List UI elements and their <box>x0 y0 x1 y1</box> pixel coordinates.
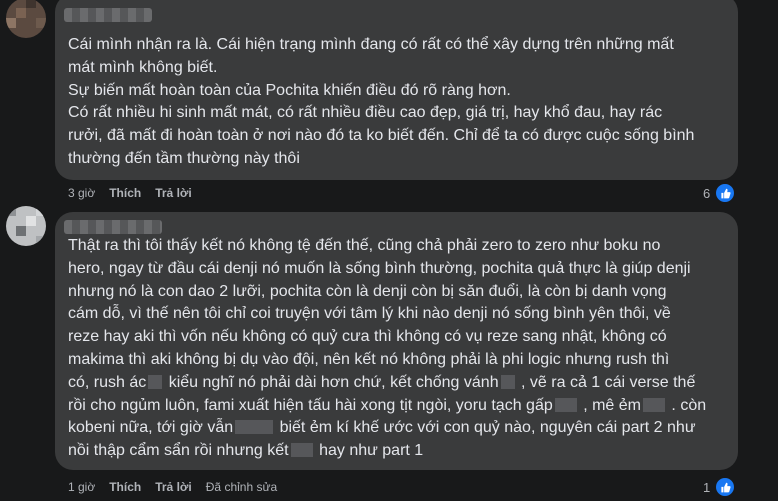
comment-text: Thật ra thì tôi thấy kết nó không tệ đến… <box>68 235 706 463</box>
comment-line: reze hay aki thì vốn nếu không có quỷ cư… <box>68 328 667 346</box>
comment-line: Có rất nhiều hi sinh mất mát, có rất nhi… <box>68 104 663 122</box>
comment-line: mát mình không biết. <box>68 58 218 76</box>
author-name[interactable] <box>64 8 152 22</box>
comment-line: Thật ra thì tôi thấy kết nó không tệ đến… <box>68 237 661 254</box>
censored-word <box>642 397 665 412</box>
timestamp[interactable]: 3 giờ <box>68 186 95 200</box>
censored-word <box>148 374 163 389</box>
comment-line: rưởi, đã mất đi hoàn toàn ở nơi nào đó t… <box>68 127 695 145</box>
comment-line: Sự biến mất hoàn toàn của Pochita khiến … <box>68 81 511 99</box>
text-segment: kiểu nghĩ nó phải dài hơn chứ, kết chống… <box>164 373 499 391</box>
censored-word <box>235 420 274 435</box>
avatar[interactable] <box>6 0 46 38</box>
text-segment: hay như part 1 <box>314 442 424 460</box>
censored-word <box>290 443 313 458</box>
author-name[interactable] <box>64 220 162 234</box>
avatar[interactable] <box>6 206 46 246</box>
comment-actions: 3 giờ Thích Trả lời <box>68 186 192 200</box>
reaction-summary[interactable]: 6 <box>703 182 737 204</box>
text-segment: rồi cho ngủm luôn, fami xuất hiện tấu hà… <box>68 396 553 414</box>
comment-bubble: Thật ra thì tôi thấy kết nó không tệ đến… <box>55 212 738 470</box>
edited-label[interactable]: Đã chỉnh sửa <box>206 480 277 494</box>
reaction-summary[interactable]: 1 <box>703 476 737 498</box>
like-button[interactable]: Thích <box>109 480 141 494</box>
timestamp[interactable]: 1 giờ <box>68 480 95 494</box>
comment-line: cám dỗ, vì thế nên tôi chỉ coi truyện vớ… <box>68 305 671 323</box>
reply-button[interactable]: Trả lời <box>155 480 192 494</box>
censored-word <box>500 374 515 389</box>
censored-word <box>554 397 577 412</box>
comment-line: có, rush ác kiểu nghĩ nó phải dài hơn ch… <box>68 372 706 395</box>
comment-line: thường đến tầm thường này thôi <box>68 149 300 167</box>
reaction-count: 1 <box>703 479 711 495</box>
comment-line: nồi thập cẩm sẩn rồi nhưng kết hay như p… <box>68 440 706 463</box>
text-segment: kobeni nữa, tới giờ vẫn <box>68 419 234 437</box>
comment-text: Cái mình nhận ra là. Cái hiện trạng mình… <box>68 34 694 171</box>
text-segment: nồi thập cẩm sẩn rồi nhưng kết <box>68 442 289 460</box>
text-segment: , mê ẻm <box>578 396 641 414</box>
text-segment: biết ẻm kí khế ước với con quỷ nào, nguy… <box>275 419 696 437</box>
comment-line: makima thì aki không bị dụ vào đội, nên … <box>68 350 670 368</box>
text-segment: có, rush ác <box>68 373 147 391</box>
comment-actions: 1 giờ Thích Trả lời Đã chỉnh sửa <box>68 480 277 494</box>
thumbs-up-icon <box>714 476 737 498</box>
comment-bubble: Cái mình nhận ra là. Cái hiện trạng mình… <box>55 0 738 180</box>
text-segment: . còn <box>666 396 707 414</box>
comment-line: Cái mình nhận ra là. Cái hiện trạng mình… <box>68 36 674 53</box>
comment-line: hero, ngay từ đầu cái denji nó muốn là s… <box>68 259 691 277</box>
thumbs-up-icon <box>714 182 737 204</box>
text-segment: , vẽ ra cả 1 cái verse thế <box>516 373 696 391</box>
comment-line: kobeni nữa, tới giờ vẫn biết ẻm kí khế ư… <box>68 417 706 440</box>
like-button[interactable]: Thích <box>109 186 141 200</box>
reply-button[interactable]: Trả lời <box>155 186 192 200</box>
comment-line: nhưng nó là con dao 2 lưỡi, pochita còn … <box>68 282 667 300</box>
comment-line: rồi cho ngủm luôn, fami xuất hiện tấu hà… <box>68 395 706 418</box>
reaction-count: 6 <box>703 185 711 201</box>
